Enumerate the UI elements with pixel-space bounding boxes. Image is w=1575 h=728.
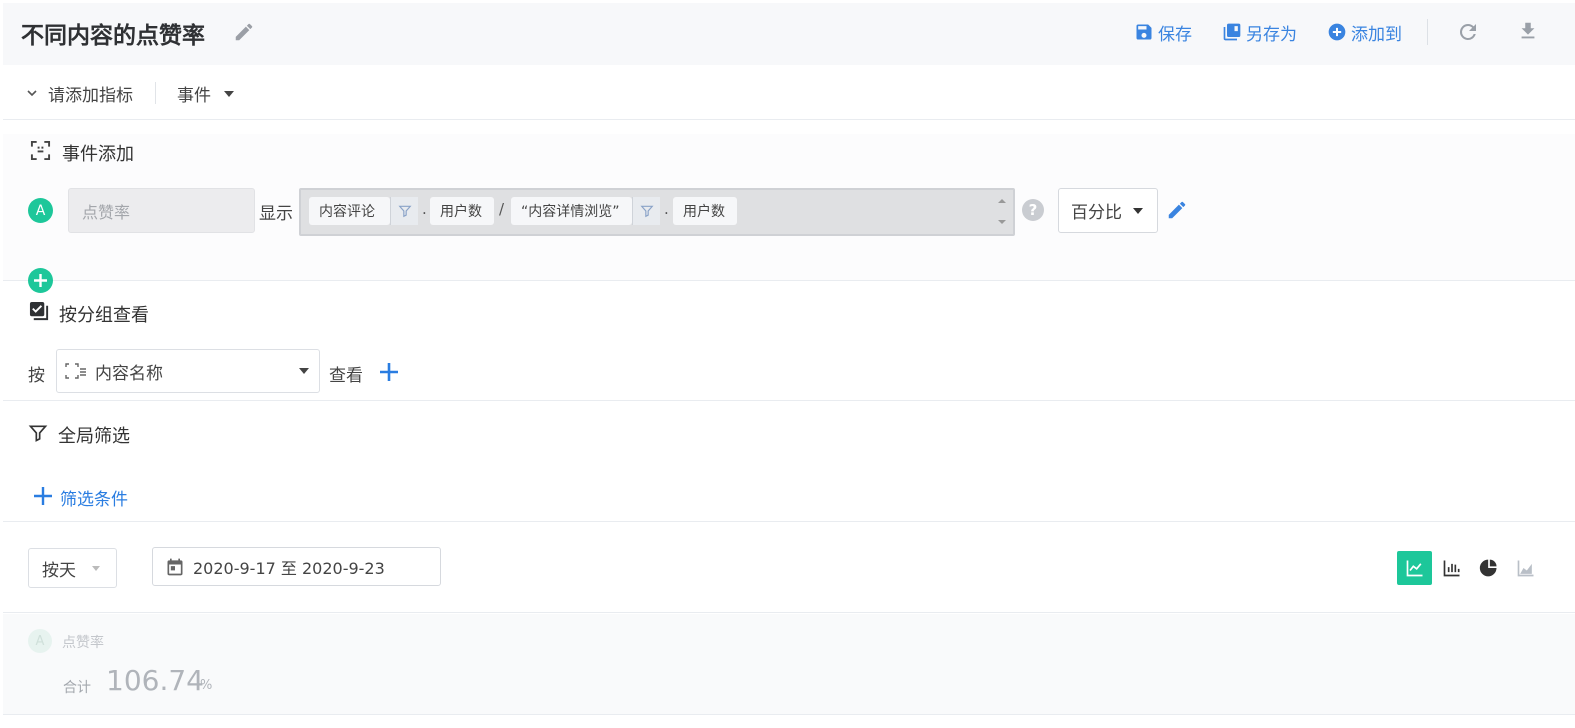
line-chart-icon (1405, 558, 1425, 578)
group-section-title: 按分组查看 (59, 305, 149, 326)
line-chart-button[interactable] (1397, 551, 1432, 585)
divider (3, 400, 1575, 401)
filter-icon[interactable] (632, 197, 660, 225)
filter-section-title: 全局筛选 (58, 426, 130, 447)
display-label: 显示 (259, 204, 293, 224)
add-group-icon[interactable] (378, 361, 400, 383)
denominator-event-chip[interactable]: “内容详情浏览” (511, 197, 632, 225)
bar-chart-button[interactable] (1434, 551, 1469, 585)
formula-dot: . (664, 200, 669, 218)
help-icon[interactable]: ? (1022, 199, 1044, 221)
denominator-measure-chip[interactable]: 用户数 (673, 197, 737, 225)
edit-title-icon[interactable] (233, 21, 255, 43)
numerator-event-chip[interactable]: 内容评论 (309, 197, 390, 225)
divider (3, 714, 1575, 715)
download-icon[interactable] (1517, 20, 1539, 42)
plus-circle-icon (1327, 22, 1347, 42)
divider (3, 612, 1575, 613)
plus-icon[interactable] (33, 486, 53, 506)
chevron-down-icon[interactable] (26, 87, 38, 99)
area-chart-button[interactable] (1508, 551, 1543, 585)
filter-icon[interactable] (390, 197, 418, 225)
summary-total-label: 合计 (63, 680, 91, 696)
refresh-icon[interactable] (1456, 20, 1480, 44)
group-by-select[interactable]: 内容名称 (56, 349, 320, 393)
events-dropdown-label: 事件 (177, 86, 211, 106)
add-to-label: 添加到 (1351, 24, 1402, 45)
save-button[interactable]: 保存 (1134, 19, 1192, 45)
formula-dot: . (422, 200, 427, 218)
summary-panel (3, 614, 1575, 714)
caret-down-icon (223, 90, 235, 98)
save-as-label: 另存为 (1246, 24, 1297, 45)
pie-chart-button[interactable] (1471, 551, 1506, 585)
event-scan-icon (30, 140, 51, 161)
divider (3, 280, 1575, 281)
property-icon (65, 363, 87, 379)
date-range-value: 2020-9-17 至 2020-9-23 (193, 558, 385, 578)
add-metric-toggle[interactable]: 请添加指标 (48, 81, 133, 106)
divider (3, 119, 1575, 120)
pie-chart-icon (1479, 558, 1499, 578)
filter-icon (28, 423, 48, 443)
format-select-value: 百分比 (1071, 203, 1122, 223)
area-chart-icon (1516, 558, 1536, 578)
summary-metric-name: 点赞率 (62, 635, 104, 651)
divider (3, 521, 1575, 522)
edit-format-icon[interactable] (1166, 199, 1188, 221)
numerator-measure-chip[interactable]: 用户数 (430, 197, 494, 225)
metrics-divider (155, 82, 156, 104)
bar-chart-icon (1442, 558, 1462, 578)
save-label: 保存 (1158, 24, 1192, 45)
format-select[interactable]: 百分比 (1058, 188, 1158, 233)
save-icon (1134, 22, 1154, 42)
caret-down-icon (92, 565, 100, 571)
save-as-icon (1222, 22, 1242, 42)
formula-scroll-arrows[interactable] (993, 193, 1011, 231)
summary-metric-badge: A (28, 629, 52, 653)
group-prefix: 按 (28, 366, 45, 386)
interval-select[interactable]: 按天 (28, 548, 117, 588)
group-by-value: 内容名称 (95, 363, 163, 384)
add-to-button[interactable]: 添加到 (1327, 19, 1402, 45)
group-suffix: 查看 (329, 366, 363, 386)
add-filter-condition-button[interactable]: 筛选条件 (60, 485, 128, 510)
page-title: 不同内容的点赞率 (21, 23, 205, 49)
caret-down-icon (299, 368, 309, 374)
formula-divider: / (499, 200, 505, 218)
events-dropdown[interactable]: 事件 (177, 81, 235, 106)
interval-value: 按天 (42, 560, 76, 581)
header-divider (1427, 19, 1428, 45)
caret-down-icon (1132, 207, 1144, 215)
checkbox-checked-icon[interactable] (29, 301, 50, 322)
metric-badge: A (28, 198, 53, 223)
metric-name-input[interactable]: 点赞率 (68, 188, 255, 233)
add-metric-button[interactable] (28, 268, 53, 293)
save-as-button[interactable]: 另存为 (1222, 19, 1297, 45)
summary-total-value: 106.74 (106, 664, 204, 697)
date-range-picker[interactable]: 2020-9-17 至 2020-9-23 (152, 547, 441, 586)
calendar-icon (165, 557, 185, 577)
summary-total-unit: % (200, 678, 213, 693)
event-section-title: 事件添加 (62, 144, 134, 165)
